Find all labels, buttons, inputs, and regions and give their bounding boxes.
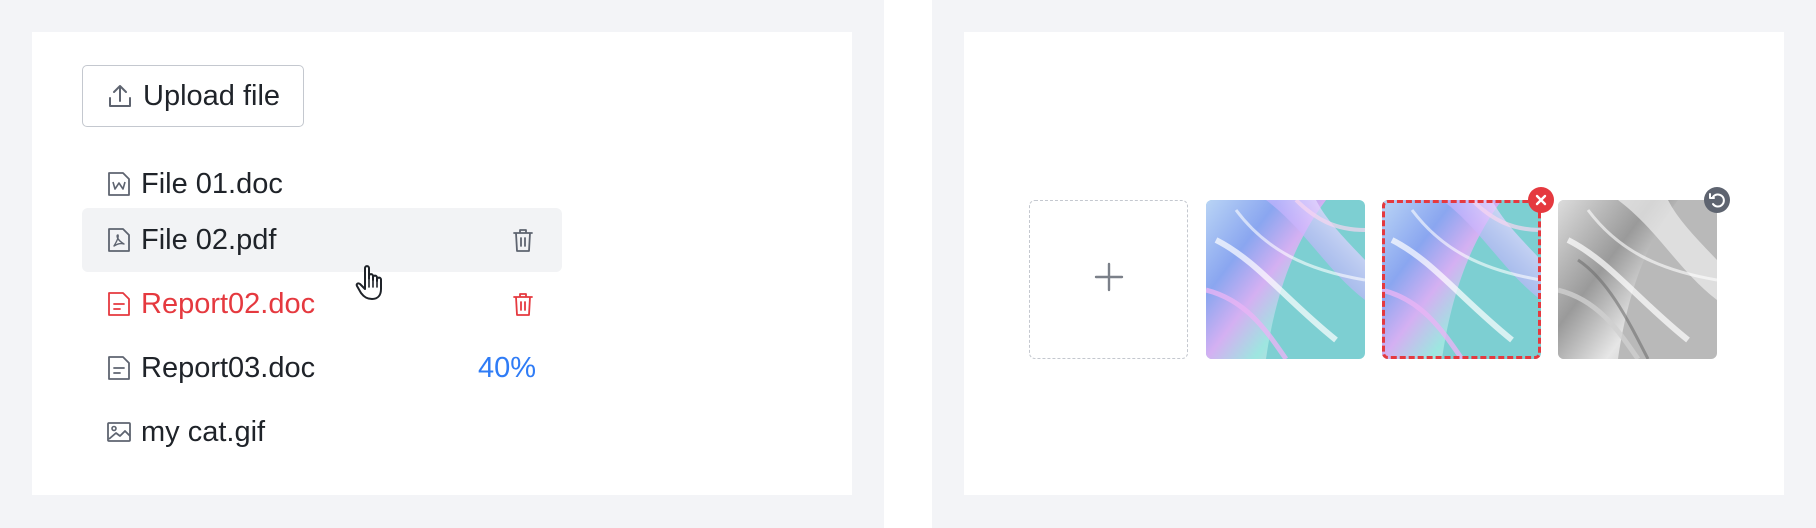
file-list-panel: Upload file File 01.doc File 02.pdf Repo…	[32, 32, 852, 495]
file-name: File 01.doc	[141, 167, 283, 200]
file-item[interactable]: my cat.gif	[82, 400, 562, 464]
panel-divider	[884, 0, 932, 528]
delete-icon[interactable]	[510, 291, 536, 317]
file-name: my cat.gif	[141, 415, 266, 448]
hand-pointer-cursor	[354, 262, 388, 302]
plus-icon	[1092, 260, 1126, 299]
upload-file-button[interactable]: Upload file	[82, 65, 304, 127]
file-item[interactable]: File 01.doc	[82, 152, 562, 216]
iridescent-image	[1382, 200, 1541, 359]
file-item[interactable]: Report03.doc 40%	[82, 336, 562, 400]
image-file-icon	[106, 419, 132, 445]
document-icon	[106, 291, 132, 317]
undo-icon[interactable]	[1704, 187, 1730, 213]
picture-wall-panel	[964, 32, 1784, 495]
file-item[interactable]: File 02.pdf	[82, 208, 562, 272]
remove-icon[interactable]	[1528, 187, 1554, 213]
upload-file-label: Upload file	[143, 79, 281, 112]
picture-thumbnail-error[interactable]	[1382, 200, 1541, 359]
upload-icon	[105, 81, 135, 111]
picture-thumbnail-removed[interactable]	[1558, 200, 1717, 359]
delete-icon[interactable]	[510, 227, 536, 253]
file-name: Report02.doc	[141, 287, 316, 320]
picture-thumbnail[interactable]	[1206, 200, 1365, 359]
grayscale-image	[1558, 200, 1717, 359]
document-icon	[106, 355, 132, 381]
pdf-file-icon	[106, 227, 132, 253]
file-name: Report03.doc	[141, 351, 316, 384]
file-item[interactable]: Report02.doc	[82, 272, 562, 336]
word-file-icon	[106, 171, 132, 197]
file-name: File 02.pdf	[141, 223, 277, 256]
upload-progress-text: 40%	[477, 351, 536, 384]
iridescent-image	[1206, 200, 1365, 359]
add-picture-button[interactable]	[1029, 200, 1188, 359]
